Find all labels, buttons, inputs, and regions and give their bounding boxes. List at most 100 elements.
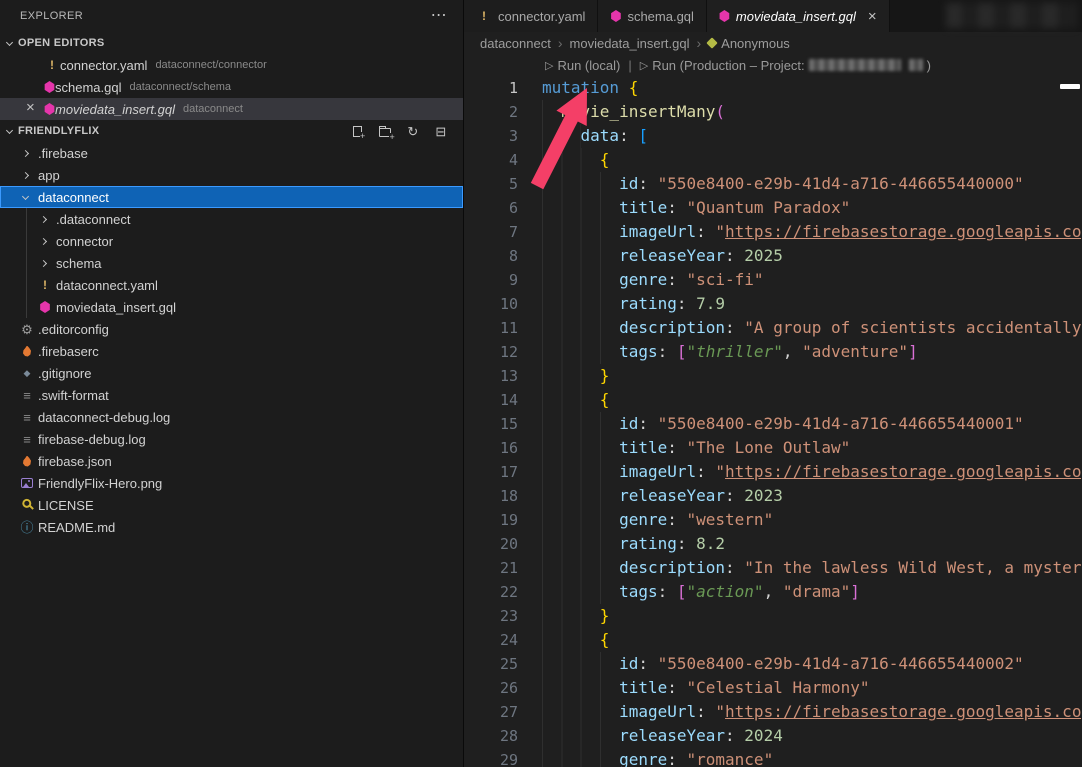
code-text[interactable]: {	[518, 148, 609, 172]
file-name: moviedata_insert.gql	[56, 300, 176, 315]
file-name: .swift-format	[38, 388, 109, 403]
code-text[interactable]: id: "550e8400-e29b-41d4-a716-44665544000…	[518, 172, 1024, 196]
tree-item-.dataconnect[interactable]: .dataconnect	[0, 208, 463, 230]
tab-schema.gql[interactable]: schema.gql	[598, 0, 706, 32]
token: imageUrl	[619, 702, 696, 721]
code-text[interactable]: title: "The Lone Outlaw"	[518, 436, 850, 460]
token: id	[619, 174, 638, 193]
codelens-run-production[interactable]: ▷ Run (Production – Project: )	[640, 58, 931, 73]
lines-icon: ≡	[19, 411, 35, 424]
open-editor-item-connector.yaml[interactable]: !connector.yamldataconnect/connector	[0, 54, 463, 76]
token	[542, 124, 581, 148]
more-actions-icon[interactable]: ⋯	[431, 8, 447, 24]
line-number: 21	[464, 556, 518, 580]
file-name: README.md	[38, 520, 115, 535]
token: releaseYear	[619, 486, 725, 505]
tree-item-dataconnect[interactable]: dataconnect	[0, 186, 463, 208]
open-editor-item-schema.gql[interactable]: schema.gqldataconnect/schema	[0, 76, 463, 98]
token: :	[619, 126, 638, 145]
collapse-all-button[interactable]: ⊟	[433, 123, 449, 139]
code-text[interactable]: imageUrl: "https://firebasestorage.googl…	[518, 460, 1081, 484]
code-text[interactable]: releaseYear: 2025	[518, 244, 783, 268]
code-line: 11 description: "A group of scientists a…	[464, 316, 1082, 340]
breadcrumb-item[interactable]: dataconnect	[480, 36, 551, 51]
line-number: 28	[464, 724, 518, 748]
token	[542, 724, 619, 748]
tree-item-connector[interactable]: connector	[0, 230, 463, 252]
tree-item-slot: ≡	[18, 411, 36, 424]
tree-item-FriendlyFlix-Hero.png[interactable]: FriendlyFlix-Hero.png	[0, 472, 463, 494]
code-text[interactable]: movie_insertMany(	[518, 100, 725, 124]
tree-item-.editorconfig[interactable]: ⚙.editorconfig	[0, 318, 463, 340]
tree-item-firebase-debug.log[interactable]: ≡firebase-debug.log	[0, 428, 463, 450]
file-name: LICENSE	[38, 498, 94, 513]
new-folder-button[interactable]	[377, 123, 393, 139]
token: :	[658, 582, 677, 601]
token: "Celestial Harmony"	[687, 678, 870, 697]
refresh-button[interactable]: ↻	[405, 123, 421, 139]
close-icon[interactable]: ×	[26, 99, 35, 116]
token: "thriller"	[687, 342, 783, 361]
code-text[interactable]: genre: "romance"	[518, 748, 773, 767]
breadcrumb-item[interactable]: moviedata_insert.gql	[570, 36, 690, 51]
line-number: 29	[464, 748, 518, 767]
line-number: 8	[464, 244, 518, 268]
tab-moviedata_insert.gql[interactable]: moviedata_insert.gql×	[707, 0, 890, 32]
code-text[interactable]: tags: ["action", "drama"]	[518, 580, 860, 604]
tree-item-.gitignore[interactable]: ◆.gitignore	[0, 362, 463, 384]
tree-item-.firebaserc[interactable]: .firebaserc	[0, 340, 463, 362]
tree-item-.swift-format[interactable]: ≡.swift-format	[0, 384, 463, 406]
code-line: 3 data: [	[464, 124, 1082, 148]
code-text[interactable]: rating: 7.9	[518, 292, 725, 316]
tree-item-dataconnect-debug.log[interactable]: ≡dataconnect-debug.log	[0, 406, 463, 428]
code-text[interactable]: mutation {	[518, 76, 638, 100]
token	[542, 484, 619, 508]
tree-item-LICENSE[interactable]: LICENSE	[0, 494, 463, 516]
tab-connector.yaml[interactable]: !connector.yaml	[464, 0, 598, 32]
code-text[interactable]: genre: "sci-fi"	[518, 268, 764, 292]
tree-item-moviedata_insert.gql[interactable]: moviedata_insert.gql	[0, 296, 463, 318]
new-file-button[interactable]	[349, 123, 365, 139]
breadcrumb-item[interactable]: Anonymous	[708, 36, 790, 51]
tree-item-.firebase[interactable]: .firebase	[0, 142, 463, 164]
code-text[interactable]: }	[518, 604, 609, 628]
code-text[interactable]: title: "Celestial Harmony"	[518, 676, 870, 700]
token: :	[725, 318, 744, 337]
code-text[interactable]: genre: "western"	[518, 508, 773, 532]
open-editor-item-moviedata_insert.gql[interactable]: ×moviedata_insert.gqldataconnect	[0, 98, 463, 120]
breadcrumb-separator-icon: ›	[696, 35, 701, 51]
code-text[interactable]: description: "A group of scientists acci…	[518, 316, 1081, 340]
code-text[interactable]: rating: 8.2	[518, 532, 725, 556]
code-text[interactable]: tags: ["thriller", "adventure"]	[518, 340, 918, 364]
tree-item-firebase.json[interactable]: firebase.json	[0, 450, 463, 472]
close-icon[interactable]: ×	[868, 9, 877, 24]
code-line: 16 title: "The Lone Outlaw"	[464, 436, 1082, 460]
project-section-header[interactable]: FRIENDLYFLIX ↻⊟	[0, 120, 463, 142]
code-text[interactable]: {	[518, 388, 609, 412]
open-editors-header[interactable]: OPEN EDITORS	[0, 32, 463, 54]
token	[542, 412, 619, 436]
code-text[interactable]: description: "In the lawless Wild West, …	[518, 556, 1082, 580]
line-number: 14	[464, 388, 518, 412]
tree-item-README.md[interactable]: ⓘREADME.md	[0, 516, 463, 538]
code-text[interactable]: imageUrl: "https://firebasestorage.googl…	[518, 220, 1081, 244]
code-line: 2 movie_insertMany(	[464, 100, 1082, 124]
code-text[interactable]: }	[518, 364, 609, 388]
code-text[interactable]: id: "550e8400-e29b-41d4-a716-44665544000…	[518, 412, 1024, 436]
token: description	[619, 318, 725, 337]
code-text[interactable]: releaseYear: 2023	[518, 484, 783, 508]
token	[542, 436, 619, 460]
breadcrumb: dataconnect›moviedata_insert.gql›Anonymo…	[464, 32, 1082, 54]
tree-item-dataconnect.yaml[interactable]: !dataconnect.yaml	[0, 274, 463, 296]
token	[542, 100, 561, 124]
code-text[interactable]: title: "Quantum Paradox"	[518, 196, 850, 220]
code-text[interactable]: data: [	[518, 124, 648, 148]
code-text[interactable]: releaseYear: 2024	[518, 724, 783, 748]
tree-item-schema[interactable]: schema	[0, 252, 463, 274]
code-text[interactable]: imageUrl: "https://firebasestorage.googl…	[518, 700, 1081, 724]
tree-item-app[interactable]: app	[0, 164, 463, 186]
codelens-run-local[interactable]: ▷ Run (local)	[545, 58, 620, 73]
code-text[interactable]: id: "550e8400-e29b-41d4-a716-44665544000…	[518, 652, 1024, 676]
image-icon	[21, 478, 33, 488]
code-text[interactable]: {	[518, 628, 609, 652]
